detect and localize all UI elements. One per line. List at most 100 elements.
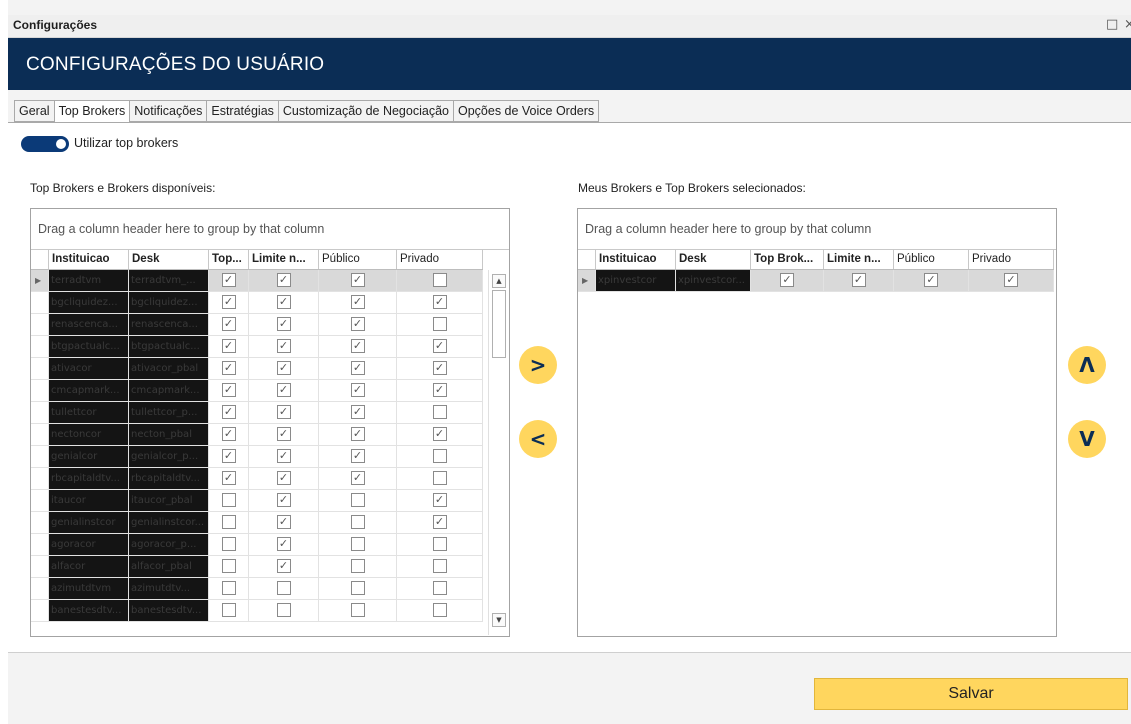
privado-checkbox[interactable]: ✓ — [432, 295, 447, 309]
table-row[interactable]: btgpactualc... btgpactualc... ✓ ✓ ✓ ✓ — [31, 336, 483, 358]
privado-checkbox[interactable] — [432, 537, 447, 551]
top-checkbox[interactable]: ✓ — [221, 449, 236, 463]
publico-checkbox[interactable] — [350, 515, 365, 529]
table-row[interactable]: tullettcor tullettcor_p... ✓ ✓ ✓ — [31, 402, 483, 424]
publico-checkbox[interactable] — [350, 537, 365, 551]
table-row[interactable]: bgcliquidez... bgcliquidez... ✓ ✓ ✓ ✓ — [31, 292, 483, 314]
top-checkbox[interactable] — [221, 581, 236, 595]
top-checkbox[interactable]: ✓ — [221, 339, 236, 353]
column-header[interactable]: Instituicao — [49, 249, 129, 269]
privado-checkbox[interactable] — [432, 559, 447, 573]
publico-checkbox[interactable]: ✓ — [350, 427, 365, 441]
table-row[interactable]: cmcapmark... cmcapmark... ✓ ✓ ✓ ✓ — [31, 380, 483, 402]
tab-customizacao-negociacao[interactable]: Customização de Negociação — [278, 100, 454, 122]
top-checkbox[interactable]: ✓ — [221, 295, 236, 309]
table-row[interactable]: agoracor agoracor_p... ✓ — [31, 534, 483, 556]
top-checkbox[interactable]: ✓ — [221, 427, 236, 441]
table-row[interactable]: banestesdtv... banestesdtv... — [31, 600, 483, 622]
privado-checkbox[interactable] — [432, 581, 447, 595]
privado-checkbox[interactable] — [432, 273, 447, 287]
table-row[interactable]: renascenca... renascenca... ✓ ✓ ✓ — [31, 314, 483, 336]
column-header[interactable]: Limite n... — [249, 249, 319, 269]
save-button[interactable]: Salvar — [814, 678, 1128, 710]
privado-checkbox[interactable]: ✓ — [432, 493, 447, 507]
move-down-button[interactable]: V — [1068, 420, 1106, 458]
limite-checkbox[interactable]: ✓ — [276, 339, 291, 353]
add-broker-button[interactable]: > — [519, 346, 557, 384]
scroll-thumb[interactable] — [492, 290, 506, 358]
privado-checkbox[interactable]: ✓ — [432, 383, 447, 397]
top-checkbox[interactable]: ✓ — [221, 361, 236, 375]
limite-checkbox[interactable]: ✓ — [276, 295, 291, 309]
limite-checkbox[interactable] — [276, 581, 291, 595]
column-header[interactable]: Top Brok... — [751, 249, 824, 269]
privado-checkbox[interactable]: ✓ — [432, 361, 447, 375]
limite-checkbox[interactable]: ✓ — [276, 273, 291, 287]
column-header[interactable]: Desk — [129, 249, 209, 269]
privado-checkbox[interactable]: ✓ — [432, 515, 447, 529]
privado-checkbox[interactable] — [432, 449, 447, 463]
limite-checkbox[interactable]: ✓ — [276, 559, 291, 573]
tab-top-brokers[interactable]: Top Brokers — [54, 100, 131, 123]
privado-checkbox[interactable]: ✓ — [1004, 273, 1018, 287]
limite-checkbox[interactable]: ✓ — [276, 361, 291, 375]
table-row[interactable]: ativacor ativacor_pbal ✓ ✓ ✓ ✓ — [31, 358, 483, 380]
limite-checkbox[interactable]: ✓ — [276, 405, 291, 419]
table-row[interactable]: ▶ terradtvm terradtvm_... ✓ ✓ ✓ — [31, 270, 483, 292]
limite-checkbox[interactable]: ✓ — [276, 427, 291, 441]
limite-checkbox[interactable]: ✓ — [276, 537, 291, 551]
close-icon[interactable]: × — [1124, 17, 1131, 32]
tab-estrategias[interactable]: Estratégias — [207, 100, 279, 122]
table-row[interactable]: itaucor itaucor_pbal ✓ ✓ — [31, 490, 483, 512]
table-row[interactable]: rbcapitaldtv... rbcapitaldtv... ✓ ✓ ✓ — [31, 468, 483, 490]
table-row[interactable]: genialinstcor genialinstcor... ✓ ✓ — [31, 512, 483, 534]
publico-checkbox[interactable] — [350, 559, 365, 573]
scroll-down-icon[interactable]: ▼ — [492, 613, 506, 627]
top-checkbox[interactable]: ✓ — [221, 405, 236, 419]
group-by-panel[interactable]: Drag a column header here to group by th… — [31, 209, 509, 250]
column-header[interactable]: Público — [319, 249, 397, 269]
column-header[interactable]: Instituicao — [596, 249, 676, 269]
top-brokers-toggle[interactable] — [21, 136, 69, 152]
privado-checkbox[interactable]: ✓ — [432, 427, 447, 441]
privado-checkbox[interactable] — [432, 603, 447, 617]
publico-checkbox[interactable]: ✓ — [350, 449, 365, 463]
remove-broker-button[interactable]: < — [519, 420, 557, 458]
vertical-scrollbar[interactable]: ▲ ▼ — [488, 270, 509, 635]
publico-checkbox[interactable]: ✓ — [350, 339, 365, 353]
column-header[interactable]: Público — [894, 249, 969, 269]
tab-notificacoes[interactable]: Notificações — [130, 100, 208, 122]
column-header[interactable]: Desk — [676, 249, 751, 269]
column-header[interactable]: Privado — [969, 249, 1054, 269]
tab-geral[interactable]: Geral — [14, 100, 55, 122]
scroll-up-icon[interactable]: ▲ — [492, 274, 506, 288]
limite-checkbox[interactable]: ✓ — [276, 383, 291, 397]
column-header[interactable]: Limite n... — [824, 249, 894, 269]
top-checkbox[interactable]: ✓ — [221, 471, 236, 485]
limite-checkbox[interactable]: ✓ — [276, 493, 291, 507]
top-checkbox[interactable]: ✓ — [221, 317, 236, 331]
table-row[interactable]: nectoncor necton_pbal ✓ ✓ ✓ ✓ — [31, 424, 483, 446]
table-row[interactable]: ▶ xpinvestcor xpinvestcor... ✓ ✓ ✓ ✓ — [578, 270, 1054, 292]
limite-checkbox[interactable]: ✓ — [276, 471, 291, 485]
limite-checkbox[interactable]: ✓ — [276, 317, 291, 331]
limite-checkbox[interactable]: ✓ — [851, 273, 866, 287]
publico-checkbox[interactable]: ✓ — [350, 295, 365, 309]
limite-checkbox[interactable] — [276, 603, 291, 617]
table-row[interactable]: genialcor genialcor_p... ✓ ✓ ✓ — [31, 446, 483, 468]
column-header[interactable]: Top... — [209, 249, 249, 269]
move-up-button[interactable]: Λ — [1068, 346, 1106, 384]
publico-checkbox[interactable]: ✓ — [350, 273, 365, 287]
group-by-panel[interactable]: Drag a column header here to group by th… — [578, 209, 1056, 250]
top-checkbox[interactable] — [221, 559, 236, 573]
table-row[interactable]: azimutdtvm azimutdtv... — [31, 578, 483, 600]
privado-checkbox[interactable]: ✓ — [432, 339, 447, 353]
privado-checkbox[interactable] — [432, 405, 447, 419]
column-header[interactable]: Privado — [397, 249, 483, 269]
privado-checkbox[interactable] — [432, 317, 447, 331]
tab-opcoes-voice-orders[interactable]: Opções de Voice Orders — [453, 100, 600, 122]
top-checkbox[interactable] — [221, 515, 236, 529]
publico-checkbox[interactable] — [350, 493, 365, 507]
publico-checkbox[interactable]: ✓ — [350, 361, 365, 375]
publico-checkbox[interactable] — [350, 581, 365, 595]
